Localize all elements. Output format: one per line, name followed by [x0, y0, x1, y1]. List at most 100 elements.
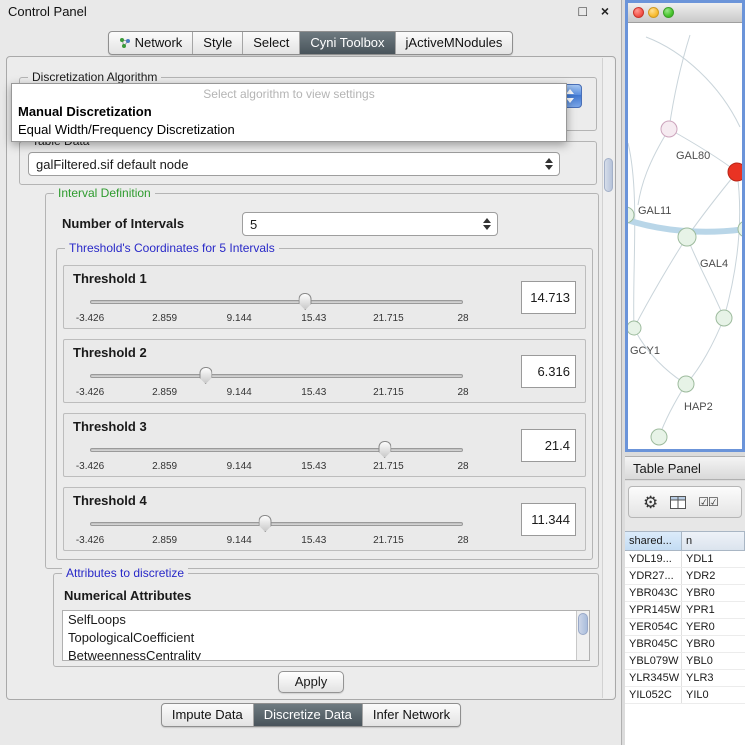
popup-option-manual-discretization[interactable]: Manual Discretization [12, 103, 566, 121]
columns-icon[interactable] [670, 496, 686, 509]
table-row[interactable]: YLR345WYLR3 [625, 670, 745, 687]
table-panel: ⚙ ☑☑ shared... n YDL19...YDL1 YDR27...YD… [625, 481, 745, 745]
tick-label: 15.43 [301, 535, 326, 546]
control-panel: Control Panel □ × Network Style Select C… [0, 0, 622, 745]
column-header-shared-name[interactable]: shared... [625, 531, 682, 551]
list-item-betweennesscentrality[interactable]: BetweennessCentrality [63, 647, 589, 661]
table-toolbar: ⚙ ☑☑ [628, 486, 742, 518]
tab-label: Cyni Toolbox [310, 35, 384, 50]
close-icon[interactable]: × [601, 3, 609, 19]
node-highlighted[interactable] [728, 163, 742, 181]
slider-track[interactable] [90, 374, 463, 378]
cell-name: YLR3 [682, 670, 745, 686]
threshold-2-value-field[interactable]: 6.316 [521, 355, 576, 388]
cell-shared-name: YBR045C [625, 636, 682, 652]
threshold-1-value-field[interactable]: 14.713 [521, 281, 576, 314]
tick-label: 28 [457, 313, 468, 324]
table-data-combobox[interactable]: galFiltered.sif default node [28, 152, 560, 176]
slider-track[interactable] [90, 300, 463, 304]
tab-network[interactable]: Network [109, 32, 193, 54]
tick-label: 28 [457, 387, 468, 398]
tab-select[interactable]: Select [242, 32, 299, 54]
tab-label: Style [203, 35, 232, 50]
tick-label: -3.426 [76, 313, 104, 324]
cell-shared-name: YPR145W [625, 602, 682, 618]
threshold-4-slider[interactable] [90, 515, 463, 533]
node-labels: GAL80 GAL11 GAL4 GCY1 HAP2 [630, 150, 728, 413]
mac-close-button[interactable] [633, 7, 644, 18]
mac-minimize-button[interactable] [648, 7, 659, 18]
list-item-topologicalcoefficient[interactable]: TopologicalCoefficient [63, 629, 589, 647]
cell-shared-name: YER054C [625, 619, 682, 635]
table-row[interactable]: YBR043CYBR0 [625, 585, 745, 602]
tick-label: 2.859 [152, 313, 177, 324]
control-panel-scrollbar[interactable] [602, 58, 614, 698]
attributes-list-scrollbar[interactable] [576, 611, 589, 660]
tick-label: 21.715 [373, 313, 404, 324]
slider-track[interactable] [90, 448, 463, 452]
table-row[interactable]: YBR045CYBR0 [625, 636, 745, 653]
slider-handle[interactable] [378, 441, 391, 458]
tick-label: 15.43 [301, 313, 326, 324]
column-checkboxes-icon[interactable]: ☑☑ [698, 495, 718, 509]
network-view-window[interactable]: GAL80 GAL11 GAL4 GCY1 HAP2 [625, 0, 745, 452]
cell-name: YPR1 [682, 602, 745, 618]
slider-handle[interactable] [299, 293, 312, 310]
node[interactable] [678, 376, 694, 392]
table-row[interactable]: YDR27...YDR2 [625, 568, 745, 585]
tab-label: Discretize Data [264, 707, 352, 722]
tab-label: Network [135, 35, 183, 50]
threshold-4-label: Threshold 4 [73, 493, 147, 508]
node[interactable] [628, 321, 641, 335]
tab-impute-data[interactable]: Impute Data [162, 704, 253, 726]
threshold-2-slider[interactable] [90, 367, 463, 385]
node-label-gal4: GAL4 [700, 258, 728, 270]
node-label-gal11: GAL11 [638, 205, 671, 217]
apply-button[interactable]: Apply [278, 671, 344, 693]
tick-label: -3.426 [76, 387, 104, 398]
node[interactable] [661, 121, 677, 137]
column-header-name[interactable]: n [682, 531, 745, 551]
slider-handle[interactable] [199, 367, 212, 384]
numerical-attributes-list: SelfLoops TopologicalCoefficient Between… [62, 610, 590, 661]
threshold-3-value-field[interactable]: 21.4 [521, 429, 576, 462]
tab-style[interactable]: Style [192, 32, 242, 54]
top-tab-bar: Network Style Select Cyni Toolbox jActiv… [0, 31, 621, 55]
cell-shared-name: YDL19... [625, 551, 682, 567]
tick-label: 15.43 [301, 461, 326, 472]
slider-handle[interactable] [259, 515, 272, 532]
threshold-3-label: Threshold 3 [73, 419, 147, 434]
network-canvas[interactable]: GAL80 GAL11 GAL4 GCY1 HAP2 [628, 23, 742, 449]
slider-track[interactable] [90, 522, 463, 526]
table-row[interactable]: YER054CYER0 [625, 619, 745, 636]
tick-label: 2.859 [152, 461, 177, 472]
float-window-icon[interactable]: □ [579, 3, 587, 19]
scrollbar-thumb[interactable] [578, 613, 588, 635]
threshold-3-slider[interactable] [90, 441, 463, 459]
table-row[interactable]: YIL052CYIL0 [625, 687, 745, 704]
node[interactable] [716, 310, 732, 326]
table-panel-header: Table Panel [625, 456, 745, 480]
cell-name: YBL0 [682, 653, 745, 669]
threshold-1-slider[interactable] [90, 293, 463, 311]
threshold-4-value-field[interactable]: 11.344 [521, 503, 576, 536]
tab-infer-network[interactable]: Infer Network [362, 704, 460, 726]
popup-option-equal-width-frequency[interactable]: Equal Width/Frequency Discretization [12, 121, 566, 139]
list-item-selfloops[interactable]: SelfLoops [63, 611, 589, 629]
number-of-intervals-combobox[interactable]: 5 [242, 212, 498, 236]
table-row[interactable]: YDL19...YDL1 [625, 551, 745, 568]
table-row[interactable]: YPR145WYPR1 [625, 602, 745, 619]
scrollbar-thumb[interactable] [604, 158, 613, 192]
node[interactable] [678, 228, 696, 246]
tab-cyni-toolbox[interactable]: Cyni Toolbox [299, 32, 394, 54]
tab-jactivemnodules[interactable]: jActiveMNodules [395, 32, 513, 54]
mac-zoom-button[interactable] [663, 7, 674, 18]
table-data-group: Table Data galFiltered.sif default node [19, 141, 597, 185]
group-title: Discretization Algorithm [28, 70, 161, 84]
tab-discretize-data[interactable]: Discretize Data [253, 704, 362, 726]
tab-label: Impute Data [172, 707, 243, 722]
threshold-3-panel: Threshold 3 -3.426 2.859 9.144 15.43 21.… [63, 413, 586, 477]
gear-icon[interactable]: ⚙ [643, 494, 658, 511]
node[interactable] [651, 429, 667, 445]
table-row[interactable]: YBL079WYBL0 [625, 653, 745, 670]
